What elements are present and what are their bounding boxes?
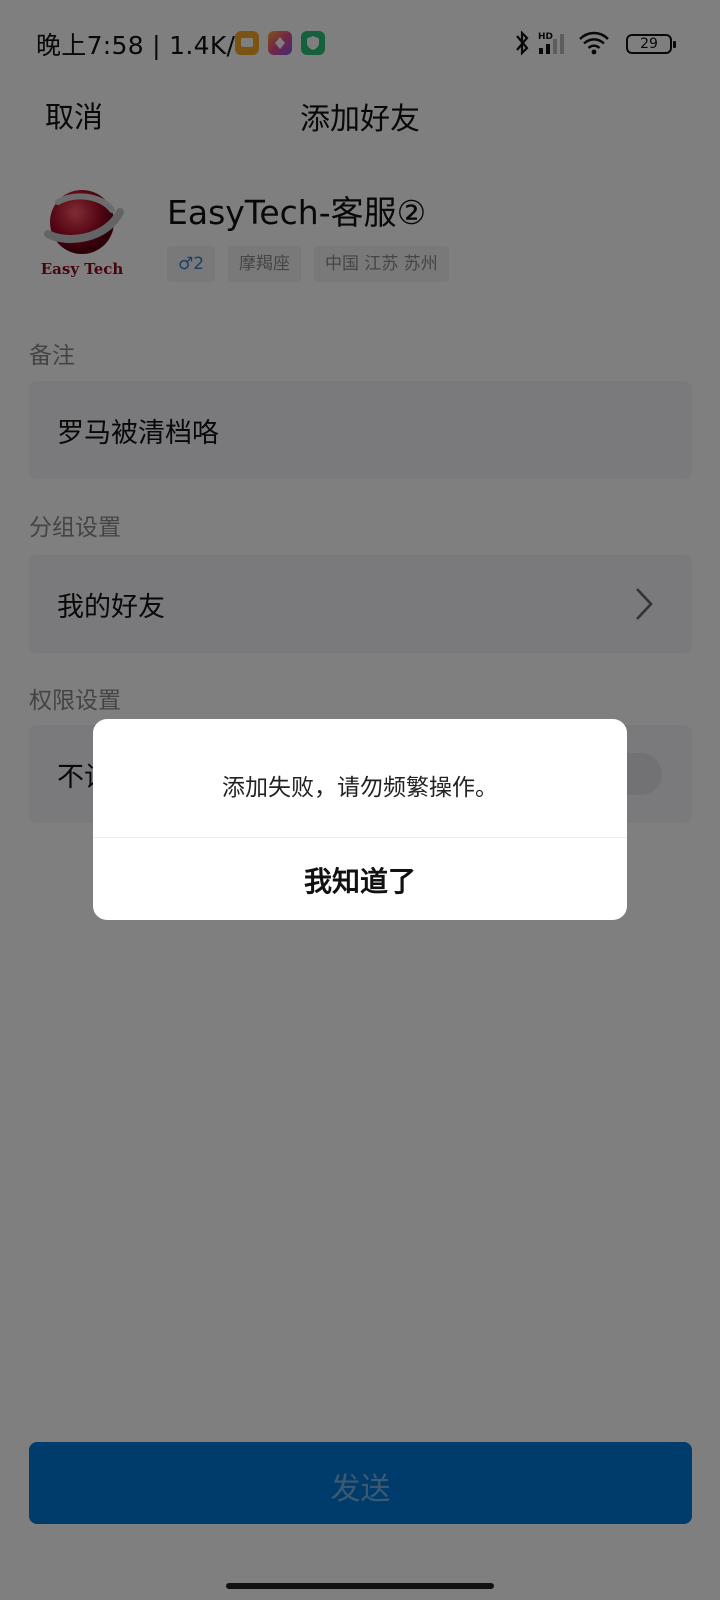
error-dialog: 添加失败，请勿频繁操作。 我知道了 — [93, 719, 627, 920]
dialog-confirm-label: 我知道了 — [303, 865, 416, 898]
dialog-confirm-button[interactable]: 我知道了 — [93, 838, 627, 920]
dialog-message: 添加失败，请勿频繁操作。 — [222, 775, 498, 801]
home-indicator[interactable] — [226, 1583, 494, 1589]
